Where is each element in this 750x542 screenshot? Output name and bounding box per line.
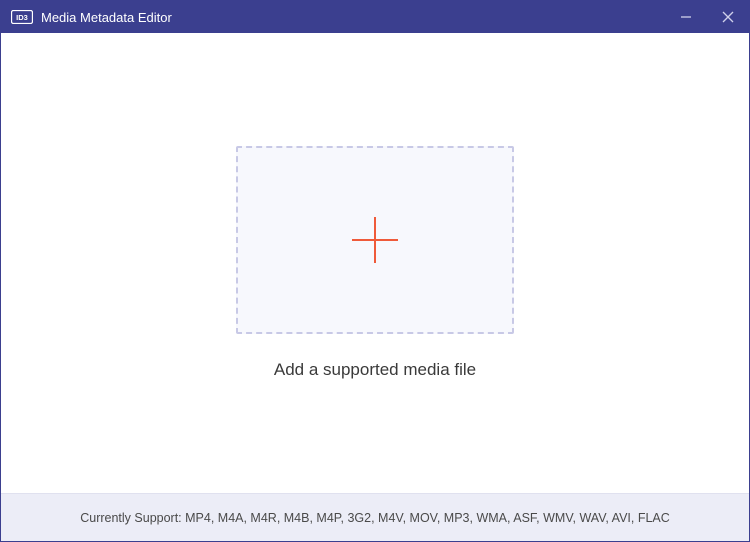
app-icon: ID3 — [11, 9, 33, 25]
minimize-button[interactable] — [665, 1, 707, 33]
add-file-dropzone[interactable] — [236, 146, 514, 334]
supported-formats-list: MP4, M4A, M4R, M4B, M4P, 3G2, M4V, MOV, … — [185, 511, 670, 525]
footer-bar: Currently Support: MP4, M4A, M4R, M4B, M… — [1, 493, 749, 541]
main-content: Add a supported media file — [1, 33, 749, 493]
titlebar: ID3 Media Metadata Editor — [1, 1, 749, 33]
supported-formats-label: Currently Support: — [80, 511, 181, 525]
close-button[interactable] — [707, 1, 749, 33]
svg-text:ID3: ID3 — [16, 13, 28, 22]
close-icon — [722, 11, 734, 23]
minimize-icon — [680, 11, 692, 23]
add-file-prompt: Add a supported media file — [274, 360, 476, 380]
window-title: Media Metadata Editor — [41, 10, 172, 25]
plus-icon — [346, 211, 404, 269]
app-window: ID3 Media Metadata Editor Add a supporte… — [0, 0, 750, 542]
